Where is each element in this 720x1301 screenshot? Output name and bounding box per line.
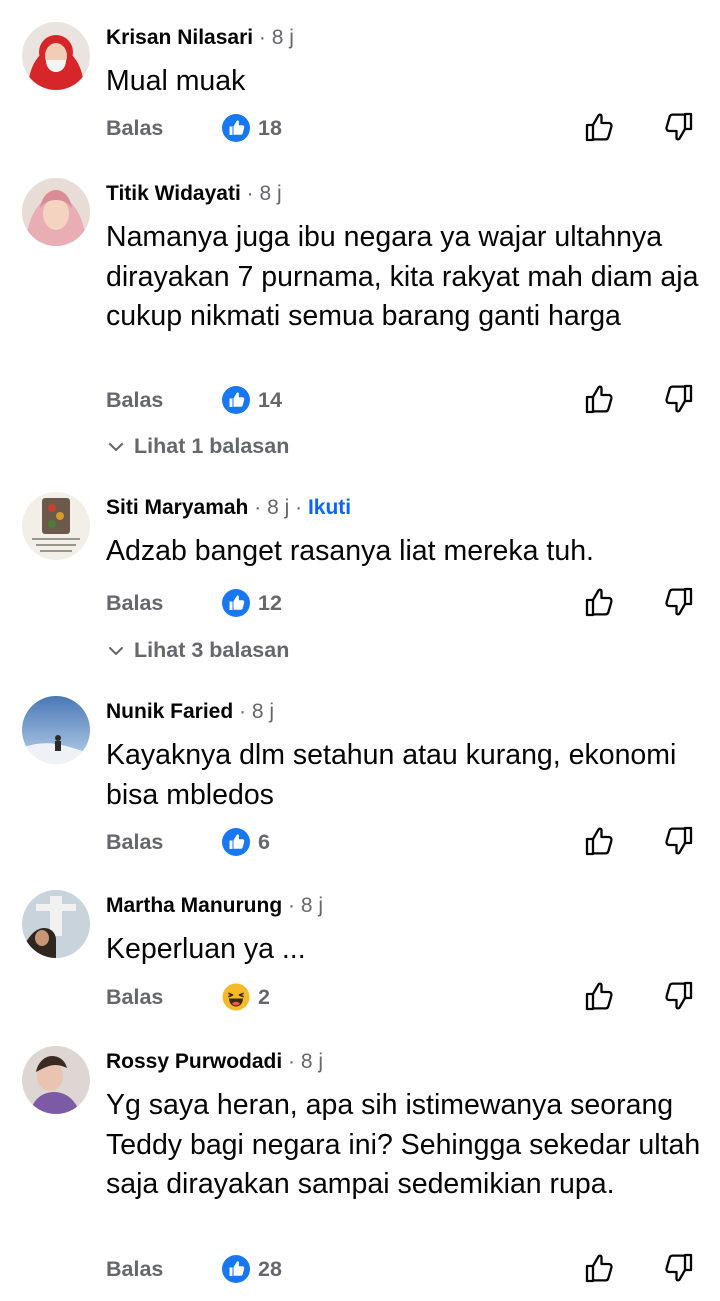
haha-reaction-icon [222, 983, 250, 1011]
thumbs-up-outline-icon [583, 824, 617, 858]
reply-button[interactable]: Balas [106, 985, 163, 1010]
like-reaction-icon [222, 828, 250, 856]
avatar[interactable] [22, 696, 90, 764]
reply-button[interactable]: Balas [106, 830, 163, 855]
comment-text: Keperluan ya ... [106, 933, 306, 965]
upvote-button[interactable] [583, 824, 617, 858]
timestamp[interactable]: 8 j [272, 26, 294, 49]
timestamp[interactable]: 8 j [267, 496, 289, 519]
like-reaction-icon [222, 386, 250, 414]
thumbs-up-outline-icon [583, 382, 617, 416]
upvote-button[interactable] [583, 979, 617, 1013]
comment-actions: Balas 28 [0, 1251, 720, 1291]
author-name[interactable]: Nunik Faried [106, 700, 233, 723]
avatar[interactable] [22, 178, 90, 246]
thumbs-down-outline-icon [661, 824, 695, 858]
comment-header: Rossy Purwodadi · 8 j [106, 1048, 323, 1076]
reaction-count: 2 [258, 984, 270, 1009]
comment-header: Nunik Faried · 8 j [106, 698, 274, 726]
reply-button[interactable]: Balas [106, 388, 163, 413]
reaction-summary[interactable]: 6 [222, 828, 270, 856]
reaction-count: 12 [258, 590, 282, 615]
downvote-button[interactable] [661, 824, 695, 858]
reaction-count: 14 [258, 387, 282, 412]
thumbs-down-outline-icon [661, 1251, 695, 1285]
separator: · [246, 182, 254, 205]
comment-text: Mual muak [106, 65, 246, 97]
downvote-button[interactable] [661, 979, 695, 1013]
timestamp[interactable]: 8 j [301, 1050, 323, 1073]
avatar[interactable] [22, 1046, 90, 1114]
avatar[interactable] [22, 492, 90, 560]
separator: · [288, 894, 296, 917]
reaction-count: 6 [258, 829, 270, 854]
view-replies-label: Lihat 1 balasan [134, 434, 290, 458]
upvote-button[interactable] [583, 1251, 617, 1285]
comment-actions: Balas 2 [0, 979, 720, 1019]
upvote-button[interactable] [583, 382, 617, 416]
downvote-button[interactable] [661, 110, 695, 144]
timestamp[interactable]: 8 j [259, 182, 281, 205]
reaction-summary[interactable]: 14 [222, 386, 282, 414]
author-name[interactable]: Krisan Nilasari [106, 26, 253, 49]
downvote-button[interactable] [661, 382, 695, 416]
reply-button[interactable]: Balas [106, 116, 163, 141]
reply-button[interactable]: Balas [106, 1257, 163, 1282]
view-replies-link[interactable]: Lihat 1 balasan [106, 434, 289, 459]
like-reaction-icon [222, 1255, 250, 1283]
thumbs-down-outline-icon [661, 382, 695, 416]
comment-actions: Balas 14 [0, 382, 720, 422]
reaction-summary[interactable]: 18 [222, 114, 282, 142]
downvote-button[interactable] [661, 585, 695, 619]
like-reaction-icon [222, 114, 250, 142]
comment-text: Adzab banget rasanya liat mereka tuh. [106, 535, 594, 567]
comment-actions: Balas 12 [0, 585, 720, 625]
upvote-button[interactable] [583, 110, 617, 144]
thumbs-down-outline-icon [661, 585, 695, 619]
separator: · [258, 26, 266, 49]
comment-header: Siti Maryamah · 8 j · Ikuti [106, 494, 351, 522]
reaction-summary[interactable]: 12 [222, 589, 282, 617]
reaction-summary[interactable]: 2 [222, 983, 270, 1011]
comment-header: Martha Manurung · 8 j [106, 892, 323, 920]
chevron-down-icon [106, 437, 126, 457]
avatar[interactable] [22, 890, 90, 958]
upvote-button[interactable] [583, 585, 617, 619]
timestamp[interactable]: 8 j [301, 894, 323, 917]
comment-header: Krisan Nilasari · 8 j [106, 24, 294, 52]
reaction-count: 28 [258, 1256, 282, 1281]
thumbs-up-outline-icon [583, 979, 617, 1013]
separator: · [239, 700, 247, 723]
thumbs-up-outline-icon [583, 585, 617, 619]
author-name[interactable]: Martha Manurung [106, 894, 282, 917]
chevron-down-icon [106, 641, 126, 661]
thumbs-down-outline-icon [661, 110, 695, 144]
comment-header: Titik Widayati · 8 j [106, 180, 282, 208]
separator: · [295, 496, 303, 519]
comment-text: Namanya juga ibu negara ya wajar ultahny… [106, 221, 699, 332]
author-name[interactable]: Rossy Purwodadi [106, 1050, 282, 1073]
comment-actions: Balas 6 [0, 824, 720, 864]
thumbs-up-outline-icon [583, 110, 617, 144]
avatar[interactable] [22, 22, 90, 90]
like-reaction-icon [222, 589, 250, 617]
comment-text: Yg saya heran, apa sih istimewanya seora… [106, 1089, 701, 1200]
reply-button[interactable]: Balas [106, 591, 163, 616]
author-name[interactable]: Titik Widayati [106, 182, 241, 205]
view-replies-label: Lihat 3 balasan [134, 638, 290, 662]
view-replies-link[interactable]: Lihat 3 balasan [106, 638, 289, 663]
thumbs-up-outline-icon [583, 1251, 617, 1285]
separator: · [288, 1050, 296, 1073]
separator: · [254, 496, 262, 519]
comment-actions: Balas 18 [0, 110, 720, 150]
comment-text: Kayaknya dlm setahun atau kurang, ekonom… [106, 739, 677, 811]
author-name[interactable]: Siti Maryamah [106, 496, 248, 519]
reaction-summary[interactable]: 28 [222, 1255, 282, 1283]
timestamp[interactable]: 8 j [252, 700, 274, 723]
reaction-count: 18 [258, 115, 282, 140]
follow-button[interactable]: Ikuti [308, 496, 351, 519]
thumbs-down-outline-icon [661, 979, 695, 1013]
downvote-button[interactable] [661, 1251, 695, 1285]
